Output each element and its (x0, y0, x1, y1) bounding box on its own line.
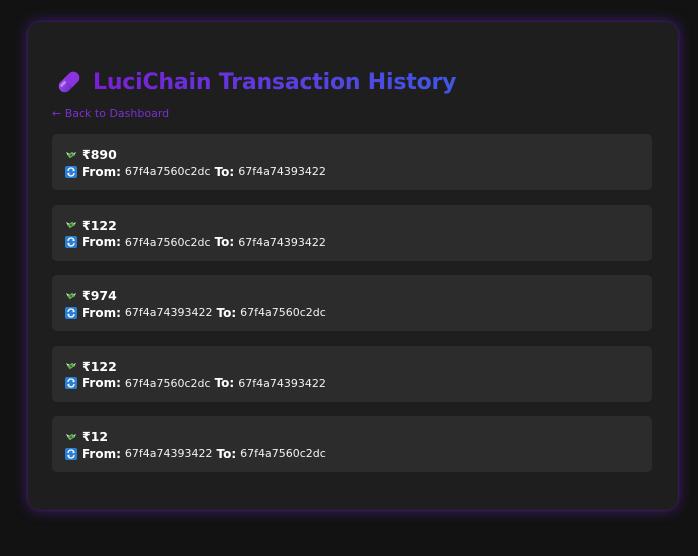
page-header: LuciChain Transaction History (53, 65, 456, 99)
page-title: LuciChain Transaction History (93, 69, 457, 95)
to-label: To: (214, 235, 235, 249)
transaction-row: ₹890 From: 67f4a7560c2dc To: 67f4a743934… (52, 134, 652, 190)
to-address: 67f4a7560c2dc (240, 306, 326, 319)
transaction-amount: ₹974 (82, 288, 117, 303)
transaction-row: ₹12 From: 67f4a74393422 To: 67f4a7560c2d… (52, 416, 652, 472)
transaction-amount-line: ₹122 (65, 359, 640, 374)
from-label: From: (82, 376, 121, 390)
transaction-amount: ₹12 (82, 429, 109, 444)
from-label: From: (82, 446, 121, 461)
repeat-arrows-icon (65, 236, 77, 248)
from-label: From: (82, 164, 121, 179)
transaction-parties-line: From: 67f4a7560c2dc To: 67f4a74393422 (65, 235, 640, 250)
from-label: From: (82, 305, 121, 320)
transaction-row: ₹974 From: 67f4a74393422 To: 67f4a7560c2… (52, 275, 652, 331)
back-to-dashboard-link[interactable]: ← Back to Dashboard (52, 107, 169, 120)
money-wings-icon (65, 290, 77, 302)
transaction-row: ₹122 From: 67f4a7560c2dc To: 67f4a743934… (52, 204, 652, 261)
transaction-amount-line: ₹12 (65, 429, 640, 444)
to-label: To: (216, 446, 237, 461)
transaction-parties-line: From: 67f4a7560c2dc To: 67f4a74393422 (65, 164, 640, 179)
pill-icon (53, 66, 85, 98)
money-wings-icon (65, 149, 77, 161)
repeat-arrows-icon (65, 377, 77, 389)
to-address: 67f4a74393422 (238, 165, 326, 178)
to-address: 67f4a74393422 (238, 376, 326, 390)
transaction-amount: ₹122 (82, 217, 117, 233)
transaction-amount: ₹890 (82, 147, 117, 162)
from-address: 67f4a7560c2dc (124, 235, 211, 249)
transaction-parties-line: From: 67f4a7560c2dc To: 67f4a74393422 (65, 376, 640, 391)
repeat-arrows-icon (65, 306, 77, 319)
to-address: 67f4a74393422 (238, 235, 326, 249)
money-wings-icon (65, 219, 77, 231)
transaction-amount-line: ₹974 (65, 288, 640, 303)
from-label: From: (82, 235, 121, 249)
transaction-row: ₹122 From: 67f4a7560c2dc To: 67f4a743934… (52, 345, 652, 402)
repeat-arrows-icon (65, 165, 77, 178)
money-wings-icon (65, 431, 77, 443)
to-label: To: (214, 376, 235, 390)
money-wings-icon (65, 360, 77, 372)
from-address: 67f4a74393422 (124, 447, 213, 460)
to-label: To: (214, 164, 235, 179)
transaction-history-card: LuciChain Transaction History ← Back to … (28, 22, 678, 510)
to-address: 67f4a7560c2dc (240, 447, 326, 460)
transaction-list: ₹890 From: 67f4a7560c2dc To: 67f4a743934… (52, 134, 652, 487)
transaction-amount-line: ₹122 (65, 218, 640, 233)
transaction-parties-line: From: 67f4a74393422 To: 67f4a7560c2dc (65, 305, 640, 320)
transaction-amount-line: ₹890 (65, 147, 640, 162)
repeat-arrows-icon (65, 447, 77, 460)
to-label: To: (216, 305, 237, 320)
from-address: 67f4a7560c2dc (124, 165, 211, 178)
from-address: 67f4a74393422 (124, 306, 213, 319)
transaction-parties-line: From: 67f4a74393422 To: 67f4a7560c2dc (65, 446, 640, 461)
from-address: 67f4a7560c2dc (124, 376, 211, 390)
transaction-amount: ₹122 (82, 358, 117, 374)
